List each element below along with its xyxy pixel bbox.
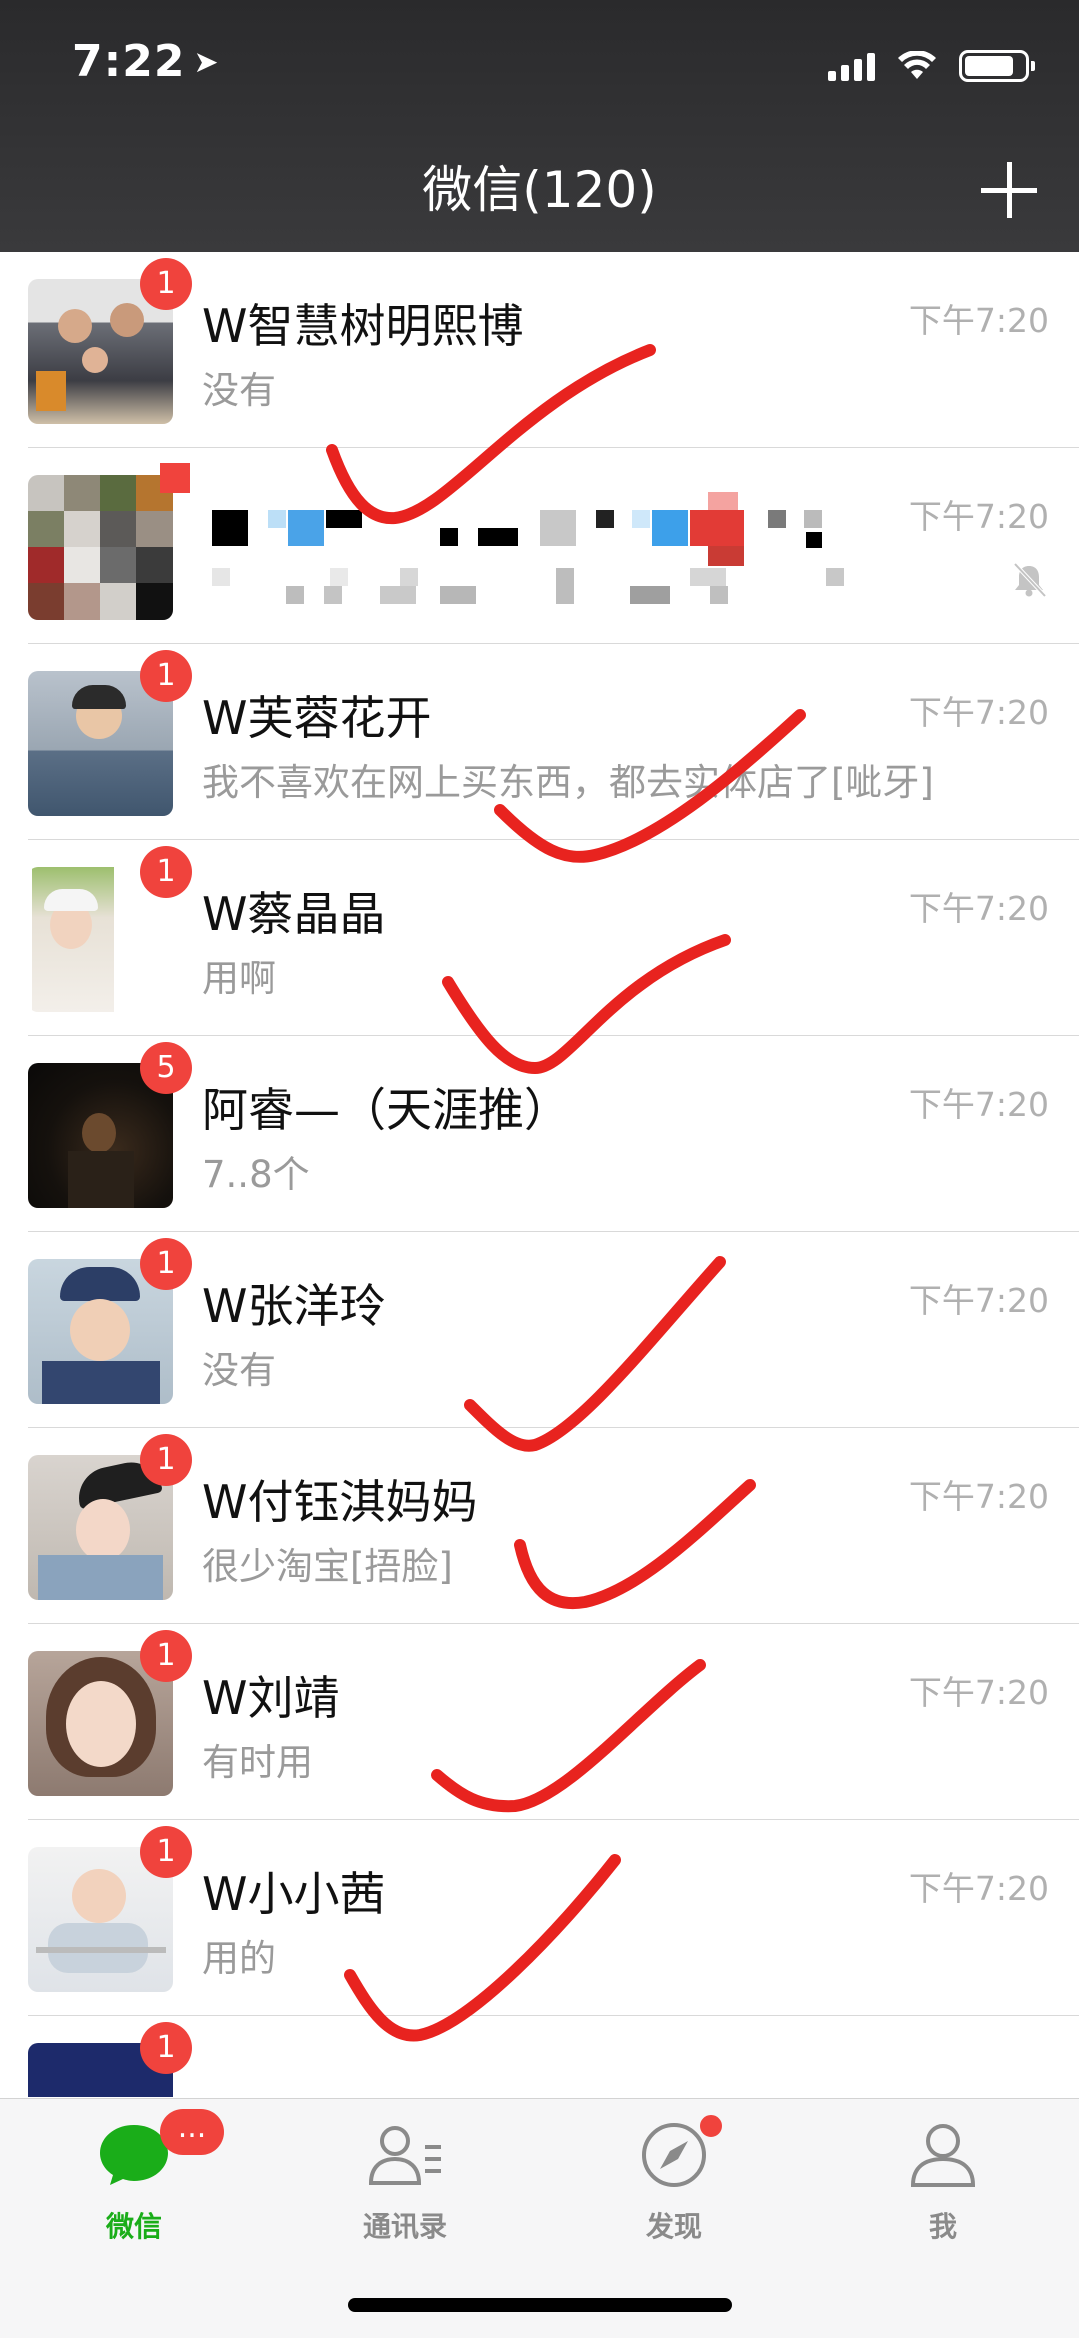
status-time: 7:22 ➤ [72,36,220,87]
battery-icon [959,50,1035,82]
chat-preview: 我不喜欢在网上买东西，都去实体店了[呲牙] [202,761,934,804]
unread-badge: 1 [140,650,192,702]
chat-row-partial-bottom[interactable]: 1 [0,2016,1079,2097]
chat-time: 下午7:20 [908,1673,1049,1712]
unread-badge: 1 [140,1434,192,1486]
chat-name: W刘靖 [202,1671,340,1725]
tab-badge: ... [160,2109,224,2155]
status-time-text: 7:22 [72,36,186,87]
chat-row[interactable]: 5 阿睿—（天涯推） 7..8个 下午7:20 [0,1036,1079,1232]
contacts-icon [367,2121,443,2189]
chat-time: 下午7:20 [908,497,1049,536]
navigation-header: 7:22 ➤ 微信(120) [0,0,1079,252]
chat-row[interactable]: 1 W芙蓉花开 我不喜欢在网上买东西，都去实体店了[呲牙] 下午7:20 [0,644,1079,840]
unread-dot [160,463,190,493]
unread-badge: 1 [140,846,192,898]
chat-preview: 用的 [202,1937,276,1980]
chat-preview: 有时用 [202,1741,313,1784]
add-plus-button[interactable] [979,160,1039,220]
chat-row[interactable]: 1 W张洋玲 没有 下午7:20 [0,1232,1079,1428]
tab-label: 我 [928,2210,957,2243]
chat-time: 下午7:20 [908,693,1049,732]
chat-name: 阿睿—（天涯推） [202,1083,570,1137]
chat-time: 下午7:20 [908,889,1049,928]
chat-name: W付钰淇妈妈 [202,1475,478,1529]
compass-icon [636,2113,724,2189]
unread-badge: 1 [140,1630,192,1682]
chat-name: W张洋玲 [202,1279,386,1333]
chat-row[interactable]: 1 W付钰淇妈妈 很少淘宝[捂脸] 下午7:20 [0,1428,1079,1624]
tab-me[interactable]: 我 [853,2121,1033,2281]
tab-label: 通讯录 [362,2210,447,2243]
cellular-signal-icon [828,51,875,81]
chat-row[interactable]: 1 W刘靖 有时用 下午7:20 [0,1624,1079,1820]
unread-badge: 1 [140,258,192,310]
unread-badge: 1 [140,1826,192,1878]
tab-chats[interactable]: ... 微信 [44,2109,224,2281]
chat-name: W蔡晶晶 [202,887,386,941]
status-indicators [828,46,1035,86]
chat-time: 下午7:20 [908,1281,1049,1320]
chat-bubble-icon: ... [96,2109,224,2189]
chat-time: 下午7:20 [908,301,1049,340]
chat-time: 下午7:20 [908,1477,1049,1516]
notification-dot [698,2113,724,2139]
chat-preview: 很少淘宝[捂脸] [202,1545,453,1588]
tab-discover[interactable]: 发现 [584,2113,764,2281]
chat-time: 下午7:20 [908,1869,1049,1908]
chat-time: 下午7:20 [908,1085,1049,1124]
person-icon [905,2121,981,2189]
chat-preview: 没有 [202,369,276,412]
chat-preview: 7..8个 [202,1153,310,1196]
chat-name: W芙蓉花开 [202,691,432,745]
chat-row-redacted[interactable]: 下午7:20 [0,448,1079,644]
unread-badge: 5 [140,1042,192,1094]
unread-badge: 1 [140,1238,192,1290]
tab-contacts[interactable]: 通讯录 [315,2121,495,2281]
wifi-icon [898,51,936,79]
chat-row[interactable]: 1 W小小茜 用的 下午7:20 [0,1820,1079,2016]
chat-row[interactable]: 1 W蔡晶晶 用啊 下午7:20 [0,840,1079,1036]
unread-badge: 1 [140,2022,192,2074]
chat-row[interactable]: 1 W智慧树明熙博 没有 下午7:20 [0,252,1079,448]
location-arrow-icon: ➤ [193,45,220,80]
chat-list[interactable]: 1 W智慧树明熙博 没有 下午7:20 下午7:20 1 W芙蓉花开 我不喜欢在… [0,252,1079,2097]
page-title: 微信(120) [422,161,657,219]
tab-label: 微信 [105,2210,162,2243]
avatar-pixelated [28,475,173,620]
chat-preview: 用啊 [202,957,276,1000]
bell-muted-icon [1013,562,1047,598]
chat-name: W智慧树明熙博 [202,299,524,353]
chat-name: W小小茜 [202,1867,386,1921]
tab-label: 发现 [645,2210,702,2243]
home-indicator[interactable] [348,2298,732,2312]
chat-preview: 没有 [202,1349,276,1392]
